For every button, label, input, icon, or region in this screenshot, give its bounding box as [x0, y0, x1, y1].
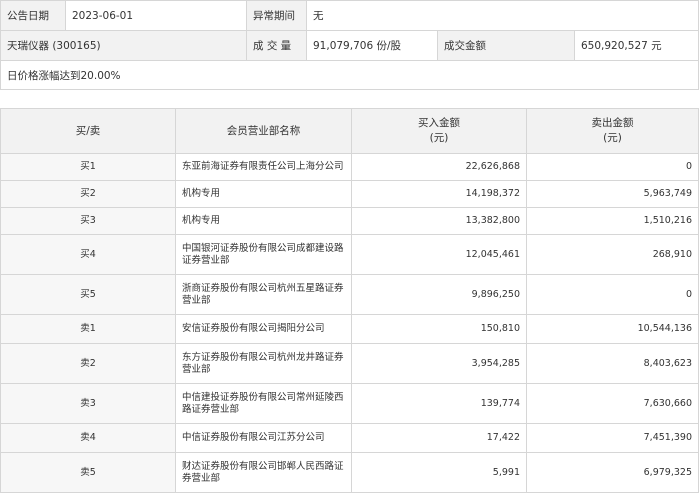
- price-change-note: 日价格涨幅达到20.00%: [0, 60, 700, 90]
- branch-cell: 中信建投证券股份有限公司常州延陵西路证券营业部: [175, 383, 352, 424]
- branch-cell: 机构专用: [175, 180, 352, 208]
- buy-cell: 22,626,868: [351, 153, 527, 181]
- stock-name: 天瑞仪器 (300165): [0, 30, 247, 61]
- table-row: 买2 机构专用 14,198,372 5,963,749: [0, 180, 699, 208]
- table-row: 买1 东亚前海证券有限责任公司上海分公司 22,626,868 0: [0, 153, 699, 181]
- buy-header-title: 买入金额: [418, 117, 460, 129]
- col-header-branch: 会员营业部名称: [175, 108, 352, 154]
- stock-info-table: 公告日期 2023-06-01 异常期间 无 天瑞仪器 (300165) 成 交…: [0, 0, 700, 90]
- branch-cell: 东方证券股份有限公司杭州龙井路证券营业部: [175, 343, 352, 384]
- date-label: 公告日期: [0, 0, 66, 31]
- info-row-stock: 天瑞仪器 (300165) 成 交 量 91,079,706 份/股 成交金额 …: [0, 30, 700, 61]
- side-cell: 卖1: [0, 314, 176, 344]
- table-row: 卖2 东方证券股份有限公司杭州龙井路证券营业部 3,954,285 8,403,…: [0, 343, 699, 384]
- col-header-sell: 卖出金额 (元): [526, 108, 699, 154]
- sell-cell: 1,510,216: [526, 207, 699, 235]
- branch-cell: 安信证券股份有限公司揭阳分公司: [175, 314, 352, 344]
- amount-label: 成交金额: [437, 30, 575, 61]
- table-row: 卖5 财达证券股份有限公司邯郸人民西路证券营业部 5,991 6,979,325: [0, 452, 699, 493]
- side-cell: 买1: [0, 153, 176, 181]
- branch-cell: 东亚前海证券有限责任公司上海分公司: [175, 153, 352, 181]
- side-cell: 买3: [0, 207, 176, 235]
- table-row: 买5 浙商证券股份有限公司杭州五星路证券营业部 9,896,250 0: [0, 274, 699, 315]
- buy-cell: 12,045,461: [351, 234, 527, 275]
- branch-cell: 中国银河证券股份有限公司成都建设路证券营业部: [175, 234, 352, 275]
- buy-cell: 14,198,372: [351, 180, 527, 208]
- branch-cell: 浙商证券股份有限公司杭州五星路证券营业部: [175, 274, 352, 315]
- buy-cell: 139,774: [351, 383, 527, 424]
- sell-cell: 8,403,623: [526, 343, 699, 384]
- table-row: 卖3 中信建投证券股份有限公司常州延陵西路证券营业部 139,774 7,630…: [0, 383, 699, 424]
- info-row-note: 日价格涨幅达到20.00%: [0, 60, 700, 90]
- side-cell: 卖3: [0, 383, 176, 424]
- table-row: 买3 机构专用 13,382,800 1,510,216: [0, 207, 699, 235]
- side-cell: 卖4: [0, 423, 176, 453]
- sell-cell: 0: [526, 153, 699, 181]
- buy-cell: 9,896,250: [351, 274, 527, 315]
- sell-cell: 10,544,136: [526, 314, 699, 344]
- branch-cell: 机构专用: [175, 207, 352, 235]
- sell-cell: 5,963,749: [526, 180, 699, 208]
- buy-header-unit: (元): [429, 132, 449, 144]
- volume-label: 成 交 量: [246, 30, 307, 61]
- side-cell: 卖2: [0, 343, 176, 384]
- side-cell: 买5: [0, 274, 176, 315]
- table-row: 买4 中国银河证券股份有限公司成都建设路证券营业部 12,045,461 268…: [0, 234, 699, 275]
- branch-cell: 中信证券股份有限公司江苏分公司: [175, 423, 352, 453]
- side-cell: 卖5: [0, 452, 176, 493]
- sell-cell: 6,979,325: [526, 452, 699, 493]
- buy-cell: 5,991: [351, 452, 527, 493]
- date-value: 2023-06-01: [65, 0, 247, 31]
- buy-cell: 17,422: [351, 423, 527, 453]
- period-value: 无: [305, 0, 700, 31]
- sell-header-title: 卖出金额: [591, 117, 634, 129]
- sell-cell: 268,910: [526, 234, 699, 275]
- trade-header-row: 买/卖 会员营业部名称 买入金额 (元) 卖出金额 (元): [0, 108, 699, 154]
- table-row: 卖1 安信证券股份有限公司揭阳分公司 150,810 10,544,136: [0, 314, 699, 344]
- period-label: 异常期间: [246, 0, 307, 31]
- trade-detail-table: 买/卖 会员营业部名称 买入金额 (元) 卖出金额 (元) 买1 东亚前海证券有…: [0, 108, 699, 493]
- side-cell: 买2: [0, 180, 176, 208]
- col-header-side: 买/卖: [0, 108, 176, 154]
- table-row: 卖4 中信证券股份有限公司江苏分公司 17,422 7,451,390: [0, 423, 699, 453]
- sell-header-unit: (元): [603, 132, 622, 144]
- buy-cell: 3,954,285: [351, 343, 527, 384]
- sell-cell: 7,451,390: [526, 423, 699, 453]
- buy-cell: 150,810: [351, 314, 527, 344]
- sell-cell: 0: [526, 274, 699, 315]
- branch-cell: 财达证券股份有限公司邯郸人民西路证券营业部: [175, 452, 352, 493]
- info-row-date: 公告日期 2023-06-01 异常期间 无: [0, 0, 700, 31]
- sell-cell: 7,630,660: [526, 383, 699, 424]
- col-header-buy: 买入金额 (元): [351, 108, 527, 154]
- buy-cell: 13,382,800: [351, 207, 527, 235]
- lhb-page: 公告日期 2023-06-01 异常期间 无 天瑞仪器 (300165) 成 交…: [0, 0, 700, 495]
- amount-value: 650,920,527 元: [573, 30, 700, 61]
- volume-value: 91,079,706 份/股: [306, 30, 438, 61]
- side-cell: 买4: [0, 234, 176, 275]
